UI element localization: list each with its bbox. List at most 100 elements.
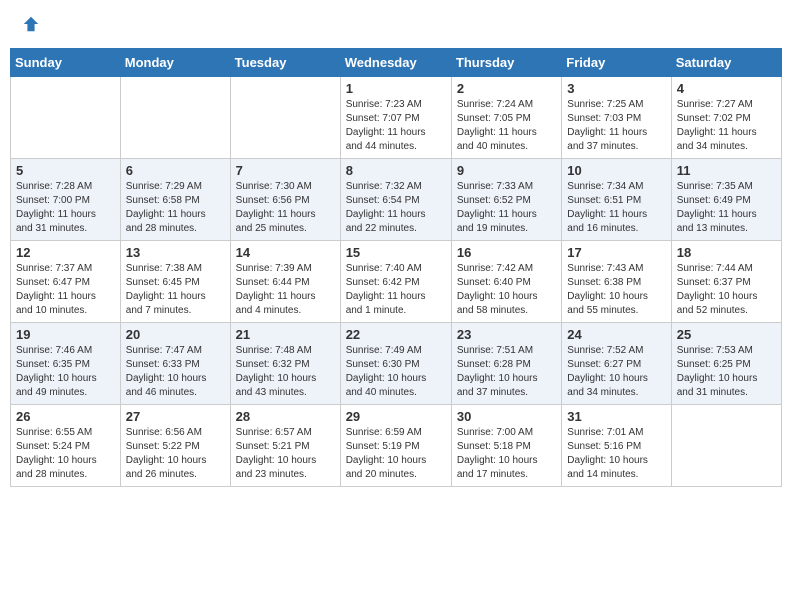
calendar-day-header: Friday bbox=[562, 49, 671, 77]
day-number: 14 bbox=[236, 245, 335, 260]
calendar-week-row: 26 Sunrise: 6:55 AM Sunset: 5:24 PM Dayli… bbox=[11, 405, 782, 487]
calendar-cell: 26 Sunrise: 6:55 AM Sunset: 5:24 PM Dayli… bbox=[11, 405, 121, 487]
day-info: Sunrise: 7:35 AM Sunset: 6:49 PM Dayligh… bbox=[677, 180, 776, 236]
day-info: Sunrise: 7:24 AM Sunset: 7:05 PM Dayligh… bbox=[457, 98, 556, 154]
day-info: Sunrise: 7:37 AM Sunset: 6:47 PM Dayligh… bbox=[16, 262, 115, 318]
calendar-cell: 25 Sunrise: 7:53 AM Sunset: 6:25 PM Dayli… bbox=[671, 323, 781, 405]
calendar-cell: 29Sunrise: 6:59 AM Sunset: 5:19 PM Dayli… bbox=[340, 405, 451, 487]
day-number: 3 bbox=[567, 81, 665, 96]
day-info: Sunrise: 7:46 AM Sunset: 6:35 PM Dayligh… bbox=[16, 344, 115, 400]
calendar-cell: 28 Sunrise: 6:57 AM Sunset: 5:21 PM Dayli… bbox=[230, 405, 340, 487]
day-info: Sunrise: 7:29 AM Sunset: 6:58 PM Dayligh… bbox=[126, 180, 225, 236]
calendar-week-row: 12 Sunrise: 7:37 AM Sunset: 6:47 PM Dayli… bbox=[11, 241, 782, 323]
calendar-cell: 14 Sunrise: 7:39 AM Sunset: 6:44 PM Dayli… bbox=[230, 241, 340, 323]
day-number: 19 bbox=[16, 327, 115, 342]
day-number: 6 bbox=[126, 163, 225, 178]
calendar-cell: 8 Sunrise: 7:32 AM Sunset: 6:54 PM Daylig… bbox=[340, 159, 451, 241]
calendar-cell: 13 Sunrise: 7:38 AM Sunset: 6:45 PM Dayli… bbox=[120, 241, 230, 323]
calendar-week-row: 1 Sunrise: 7:23 AM Sunset: 7:07 PM Daylig… bbox=[11, 77, 782, 159]
calendar-cell: 19 Sunrise: 7:46 AM Sunset: 6:35 PM Dayli… bbox=[11, 323, 121, 405]
day-number: 29 bbox=[346, 409, 446, 424]
day-info: Sunrise: 7:40 AM Sunset: 6:42 PM Dayligh… bbox=[346, 262, 446, 318]
day-number: 7 bbox=[236, 163, 335, 178]
day-info: Sunrise: 6:56 AM Sunset: 5:22 PM Dayligh… bbox=[126, 426, 225, 482]
day-info: Sunrise: 7:25 AM Sunset: 7:03 PM Dayligh… bbox=[567, 98, 665, 154]
calendar-cell: 3 Sunrise: 7:25 AM Sunset: 7:03 PM Daylig… bbox=[562, 77, 671, 159]
day-info: Sunrise: 7:27 AM Sunset: 7:02 PM Dayligh… bbox=[677, 98, 776, 154]
calendar-cell: 12 Sunrise: 7:37 AM Sunset: 6:47 PM Dayli… bbox=[11, 241, 121, 323]
day-number: 25 bbox=[677, 327, 776, 342]
day-number: 31 bbox=[567, 409, 665, 424]
calendar-cell: 27 Sunrise: 6:56 AM Sunset: 5:22 PM Dayli… bbox=[120, 405, 230, 487]
day-number: 10 bbox=[567, 163, 665, 178]
day-info: Sunrise: 6:57 AM Sunset: 5:21 PM Dayligh… bbox=[236, 426, 335, 482]
day-number: 1 bbox=[346, 81, 446, 96]
day-number: 12 bbox=[16, 245, 115, 260]
calendar-cell: 1 Sunrise: 7:23 AM Sunset: 7:07 PM Daylig… bbox=[340, 77, 451, 159]
day-info: Sunrise: 7:34 AM Sunset: 6:51 PM Dayligh… bbox=[567, 180, 665, 236]
day-info: Sunrise: 7:49 AM Sunset: 6:30 PM Dayligh… bbox=[346, 344, 446, 400]
day-info: Sunrise: 7:48 AM Sunset: 6:32 PM Dayligh… bbox=[236, 344, 335, 400]
day-info: Sunrise: 7:32 AM Sunset: 6:54 PM Dayligh… bbox=[346, 180, 446, 236]
day-number: 4 bbox=[677, 81, 776, 96]
day-number: 9 bbox=[457, 163, 556, 178]
calendar-cell: 23Sunrise: 7:51 AM Sunset: 6:28 PM Dayli… bbox=[451, 323, 561, 405]
calendar-day-header: Sunday bbox=[11, 49, 121, 77]
calendar-week-row: 19 Sunrise: 7:46 AM Sunset: 6:35 PM Dayli… bbox=[11, 323, 782, 405]
day-number: 5 bbox=[16, 163, 115, 178]
calendar-cell: 30 Sunrise: 7:00 AM Sunset: 5:18 PM Dayli… bbox=[451, 405, 561, 487]
calendar-day-header: Tuesday bbox=[230, 49, 340, 77]
calendar-cell bbox=[120, 77, 230, 159]
day-number: 8 bbox=[346, 163, 446, 178]
calendar-cell: 6 Sunrise: 7:29 AM Sunset: 6:58 PM Daylig… bbox=[120, 159, 230, 241]
calendar: SundayMondayTuesdayWednesdayThursdayFrid… bbox=[10, 48, 782, 487]
day-number: 30 bbox=[457, 409, 556, 424]
calendar-week-row: 5 Sunrise: 7:28 AM Sunset: 7:00 PM Daylig… bbox=[11, 159, 782, 241]
calendar-cell: 21 Sunrise: 7:48 AM Sunset: 6:32 PM Dayli… bbox=[230, 323, 340, 405]
day-number: 27 bbox=[126, 409, 225, 424]
calendar-cell: 15 Sunrise: 7:40 AM Sunset: 6:42 PM Dayli… bbox=[340, 241, 451, 323]
day-info: Sunrise: 7:00 AM Sunset: 5:18 PM Dayligh… bbox=[457, 426, 556, 482]
day-info: Sunrise: 7:01 AM Sunset: 5:16 PM Dayligh… bbox=[567, 426, 665, 482]
day-number: 15 bbox=[346, 245, 446, 260]
day-number: 20 bbox=[126, 327, 225, 342]
header bbox=[10, 10, 782, 38]
day-info: Sunrise: 7:39 AM Sunset: 6:44 PM Dayligh… bbox=[236, 262, 335, 318]
day-info: Sunrise: 7:53 AM Sunset: 6:25 PM Dayligh… bbox=[677, 344, 776, 400]
day-info: Sunrise: 7:30 AM Sunset: 6:56 PM Dayligh… bbox=[236, 180, 335, 236]
day-number: 22 bbox=[346, 327, 446, 342]
calendar-cell bbox=[671, 405, 781, 487]
calendar-cell: 4 Sunrise: 7:27 AM Sunset: 7:02 PM Daylig… bbox=[671, 77, 781, 159]
day-number: 21 bbox=[236, 327, 335, 342]
day-info: Sunrise: 7:44 AM Sunset: 6:37 PM Dayligh… bbox=[677, 262, 776, 318]
day-number: 26 bbox=[16, 409, 115, 424]
calendar-day-header: Saturday bbox=[671, 49, 781, 77]
day-number: 17 bbox=[567, 245, 665, 260]
day-number: 2 bbox=[457, 81, 556, 96]
logo bbox=[20, 15, 40, 33]
calendar-cell: 24Sunrise: 7:52 AM Sunset: 6:27 PM Dayli… bbox=[562, 323, 671, 405]
day-info: Sunrise: 7:47 AM Sunset: 6:33 PM Dayligh… bbox=[126, 344, 225, 400]
calendar-cell: 31 Sunrise: 7:01 AM Sunset: 5:16 PM Dayli… bbox=[562, 405, 671, 487]
calendar-cell: 11 Sunrise: 7:35 AM Sunset: 6:49 PM Dayli… bbox=[671, 159, 781, 241]
calendar-day-header: Thursday bbox=[451, 49, 561, 77]
day-number: 16 bbox=[457, 245, 556, 260]
calendar-day-header: Monday bbox=[120, 49, 230, 77]
day-info: Sunrise: 7:38 AM Sunset: 6:45 PM Dayligh… bbox=[126, 262, 225, 318]
day-info: Sunrise: 7:51 AM Sunset: 6:28 PM Dayligh… bbox=[457, 344, 556, 400]
calendar-day-header: Wednesday bbox=[340, 49, 451, 77]
day-number: 11 bbox=[677, 163, 776, 178]
calendar-cell: 5 Sunrise: 7:28 AM Sunset: 7:00 PM Daylig… bbox=[11, 159, 121, 241]
day-number: 13 bbox=[126, 245, 225, 260]
day-info: Sunrise: 7:28 AM Sunset: 7:00 PM Dayligh… bbox=[16, 180, 115, 236]
calendar-cell: 17 Sunrise: 7:43 AM Sunset: 6:38 PM Dayli… bbox=[562, 241, 671, 323]
logo-icon bbox=[22, 15, 40, 33]
day-number: 28 bbox=[236, 409, 335, 424]
calendar-header-row: SundayMondayTuesdayWednesdayThursdayFrid… bbox=[11, 49, 782, 77]
day-info: Sunrise: 7:43 AM Sunset: 6:38 PM Dayligh… bbox=[567, 262, 665, 318]
calendar-cell: 20 Sunrise: 7:47 AM Sunset: 6:33 PM Dayli… bbox=[120, 323, 230, 405]
day-info: Sunrise: 6:55 AM Sunset: 5:24 PM Dayligh… bbox=[16, 426, 115, 482]
day-info: Sunrise: 7:23 AM Sunset: 7:07 PM Dayligh… bbox=[346, 98, 446, 154]
calendar-cell: 9Sunrise: 7:33 AM Sunset: 6:52 PM Daylig… bbox=[451, 159, 561, 241]
calendar-cell: 22 Sunrise: 7:49 AM Sunset: 6:30 PM Dayli… bbox=[340, 323, 451, 405]
